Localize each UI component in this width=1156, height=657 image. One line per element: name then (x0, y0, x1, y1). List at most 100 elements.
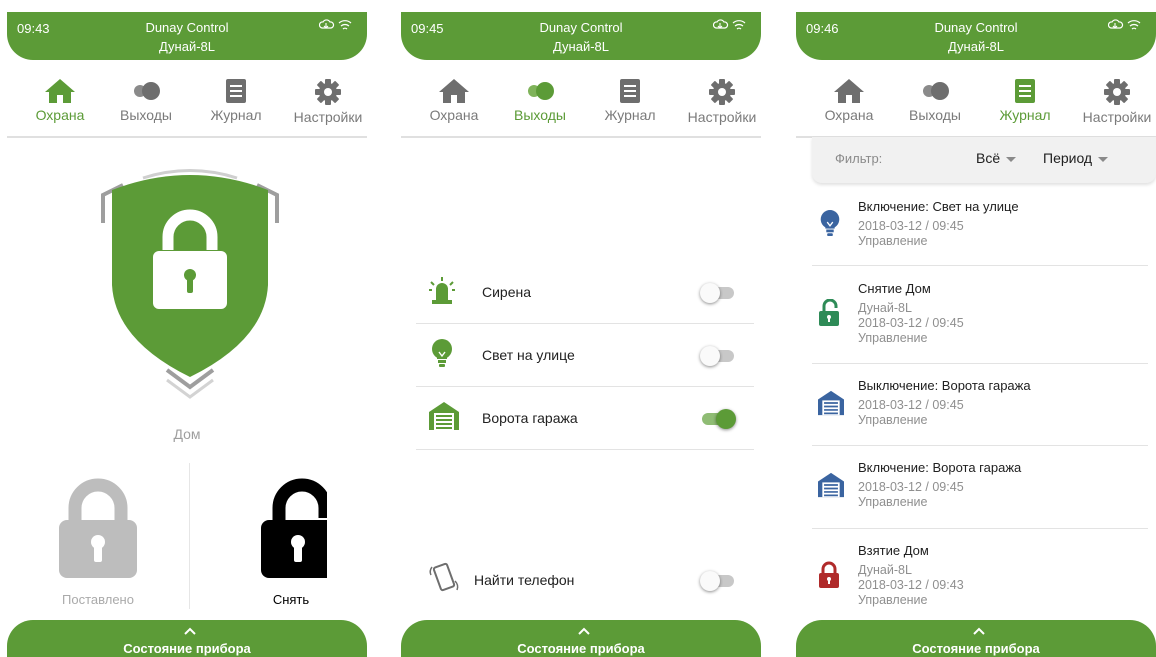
tab-settings[interactable]: Настройки (283, 72, 373, 132)
gear-icon (315, 79, 341, 105)
tab-bar: Охрана Выходы Журнал Настройки (401, 72, 761, 138)
tab-settings[interactable]: Настройки (1072, 72, 1156, 132)
armed-state: Поставлено (38, 478, 158, 610)
vibrating-phone-icon (429, 562, 459, 592)
tab-security[interactable]: Охрана (804, 72, 894, 132)
find-phone-row: Найти телефон (416, 549, 754, 611)
log-detail: Управление (858, 593, 928, 607)
tab-settings[interactable]: Настройки (677, 72, 767, 132)
journal-icon (226, 79, 246, 103)
log-title: Взятие Дом (858, 543, 929, 558)
chevron-up-icon (973, 627, 985, 635)
log-detail: 2018-03-12 / 09:45 (858, 316, 964, 330)
output-row-siren: Сирена (416, 261, 754, 324)
tab-label: Журнал (604, 107, 656, 123)
log-title: Выключение: Ворота гаража (858, 378, 1031, 393)
gear-icon (1104, 79, 1130, 105)
type-filter-dropdown[interactable]: Всё (976, 150, 1017, 166)
output-label: Ворота гаража (482, 410, 578, 426)
tab-label: Настройки (1082, 109, 1152, 125)
home-icon (45, 79, 75, 103)
divider (189, 463, 190, 609)
lock-icon (59, 478, 137, 578)
disarm-button[interactable]: Снять (222, 478, 342, 610)
home-icon (834, 79, 864, 103)
log-detail: Дунай-8L (858, 563, 912, 577)
status-bar: 09:45 Dunay Control Дунай-8L (401, 12, 761, 60)
device-status-bar[interactable]: Состояние прибора (401, 620, 761, 657)
toggle-knob (700, 346, 720, 366)
tab-label: Настройки (293, 109, 363, 125)
log-detail: Дунай-8L (858, 301, 912, 315)
app-title: Dunay Control (539, 20, 623, 35)
log-entry[interactable]: Включение: Ворота гаража 2018-03-12 / 09… (812, 460, 1148, 529)
tab-label: Журнал (210, 107, 262, 123)
log-title: Снятие Дом (858, 281, 931, 296)
toggle-knob (716, 409, 736, 429)
output-row-garage-gate: Ворота гаража (416, 387, 754, 450)
cloud-wifi-icon (713, 19, 746, 30)
app-title: Dunay Control (145, 20, 229, 35)
tab-security[interactable]: Охрана (409, 72, 499, 132)
log-detail: Управление (858, 413, 928, 427)
tab-security[interactable]: Охрана (15, 72, 105, 132)
type-filter-value: Всё (976, 150, 1001, 166)
app-title: Dunay Control (934, 20, 1018, 35)
find-phone-label: Найти телефон (474, 572, 575, 588)
tab-label: Выходы (909, 107, 961, 123)
screen-security: 09:43 Dunay Control Дунай-8L Охрана Выхо… (0, 0, 374, 657)
log-title: Включение: Свет на улице (858, 199, 1019, 214)
bulb-icon (432, 339, 452, 367)
tab-journal[interactable]: Журнал (191, 72, 281, 132)
tab-journal[interactable]: Журнал (980, 72, 1070, 132)
log-entry[interactable]: Взятие Дом Дунай-8L 2018-03-12 / 09:43 У… (812, 543, 1148, 613)
toggle-icon (923, 82, 949, 100)
dropdown-arrow-icon (1006, 156, 1017, 162)
tab-outputs[interactable]: Выходы (101, 72, 191, 132)
screen-journal: 09:46 Dunay Control Дунай-8L Охрана Выхо… (789, 0, 1156, 657)
log-entry[interactable]: Выключение: Ворота гаража 2018-03-12 / 0… (812, 378, 1148, 446)
bulb-icon (820, 210, 840, 236)
chevron-up-icon (578, 627, 590, 635)
period-filter-value: Период (1043, 150, 1093, 166)
device-status-bar[interactable]: Состояние прибора (7, 620, 367, 657)
toggle-icon (134, 82, 160, 100)
log-detail: Управление (858, 331, 928, 345)
screen-outputs: 09:45 Dunay Control Дунай-8L Охрана Выхо… (394, 0, 768, 657)
tab-label: Настройки (687, 109, 757, 125)
toggle-knob (700, 571, 720, 591)
gear-icon (709, 79, 735, 105)
armed-label: Поставлено (62, 592, 134, 607)
device-name: Дунай-8L (947, 39, 1005, 54)
log-detail: 2018-03-12 / 09:45 (858, 480, 964, 494)
street-light-toggle[interactable] (700, 344, 736, 366)
cloud-wifi-icon (1108, 19, 1141, 30)
device-status-label: Состояние прибора (517, 641, 645, 656)
log-entry[interactable]: Снятие Дом Дунай-8L 2018-03-12 / 09:45 У… (812, 281, 1148, 364)
tab-bar: Охрана Выходы Журнал Настройки (796, 72, 1156, 138)
find-phone-toggle[interactable] (700, 569, 736, 591)
home-icon (439, 79, 469, 103)
output-label: Сирена (482, 284, 532, 300)
period-filter-dropdown[interactable]: Период (1043, 150, 1109, 166)
shield-lock-icon (101, 169, 279, 399)
unlock-icon (261, 478, 335, 578)
log-detail: 2018-03-12 / 09:43 (858, 578, 964, 592)
device-name: Дунай-8L (158, 39, 216, 54)
toggle-knob (700, 283, 720, 303)
device-status-label: Состояние прибора (912, 641, 1040, 656)
device-status-bar[interactable]: Состояние прибора (796, 620, 1156, 657)
status-bar: 09:43 Dunay Control Дунай-8L (7, 12, 367, 60)
log-entry[interactable]: Включение: Свет на улице 2018-03-12 / 09… (812, 199, 1148, 266)
garage-gate-toggle[interactable] (700, 407, 736, 429)
journal-icon (620, 79, 640, 103)
chevron-up-icon (184, 627, 196, 635)
siren-toggle[interactable] (700, 281, 736, 303)
garage-icon (429, 402, 459, 430)
tab-outputs[interactable]: Выходы (495, 72, 585, 132)
unlock-icon (819, 299, 839, 326)
tab-outputs[interactable]: Выходы (890, 72, 980, 132)
lock-icon (819, 561, 839, 588)
tab-bar: Охрана Выходы Журнал Настройки (7, 72, 367, 138)
tab-journal[interactable]: Журнал (585, 72, 675, 132)
